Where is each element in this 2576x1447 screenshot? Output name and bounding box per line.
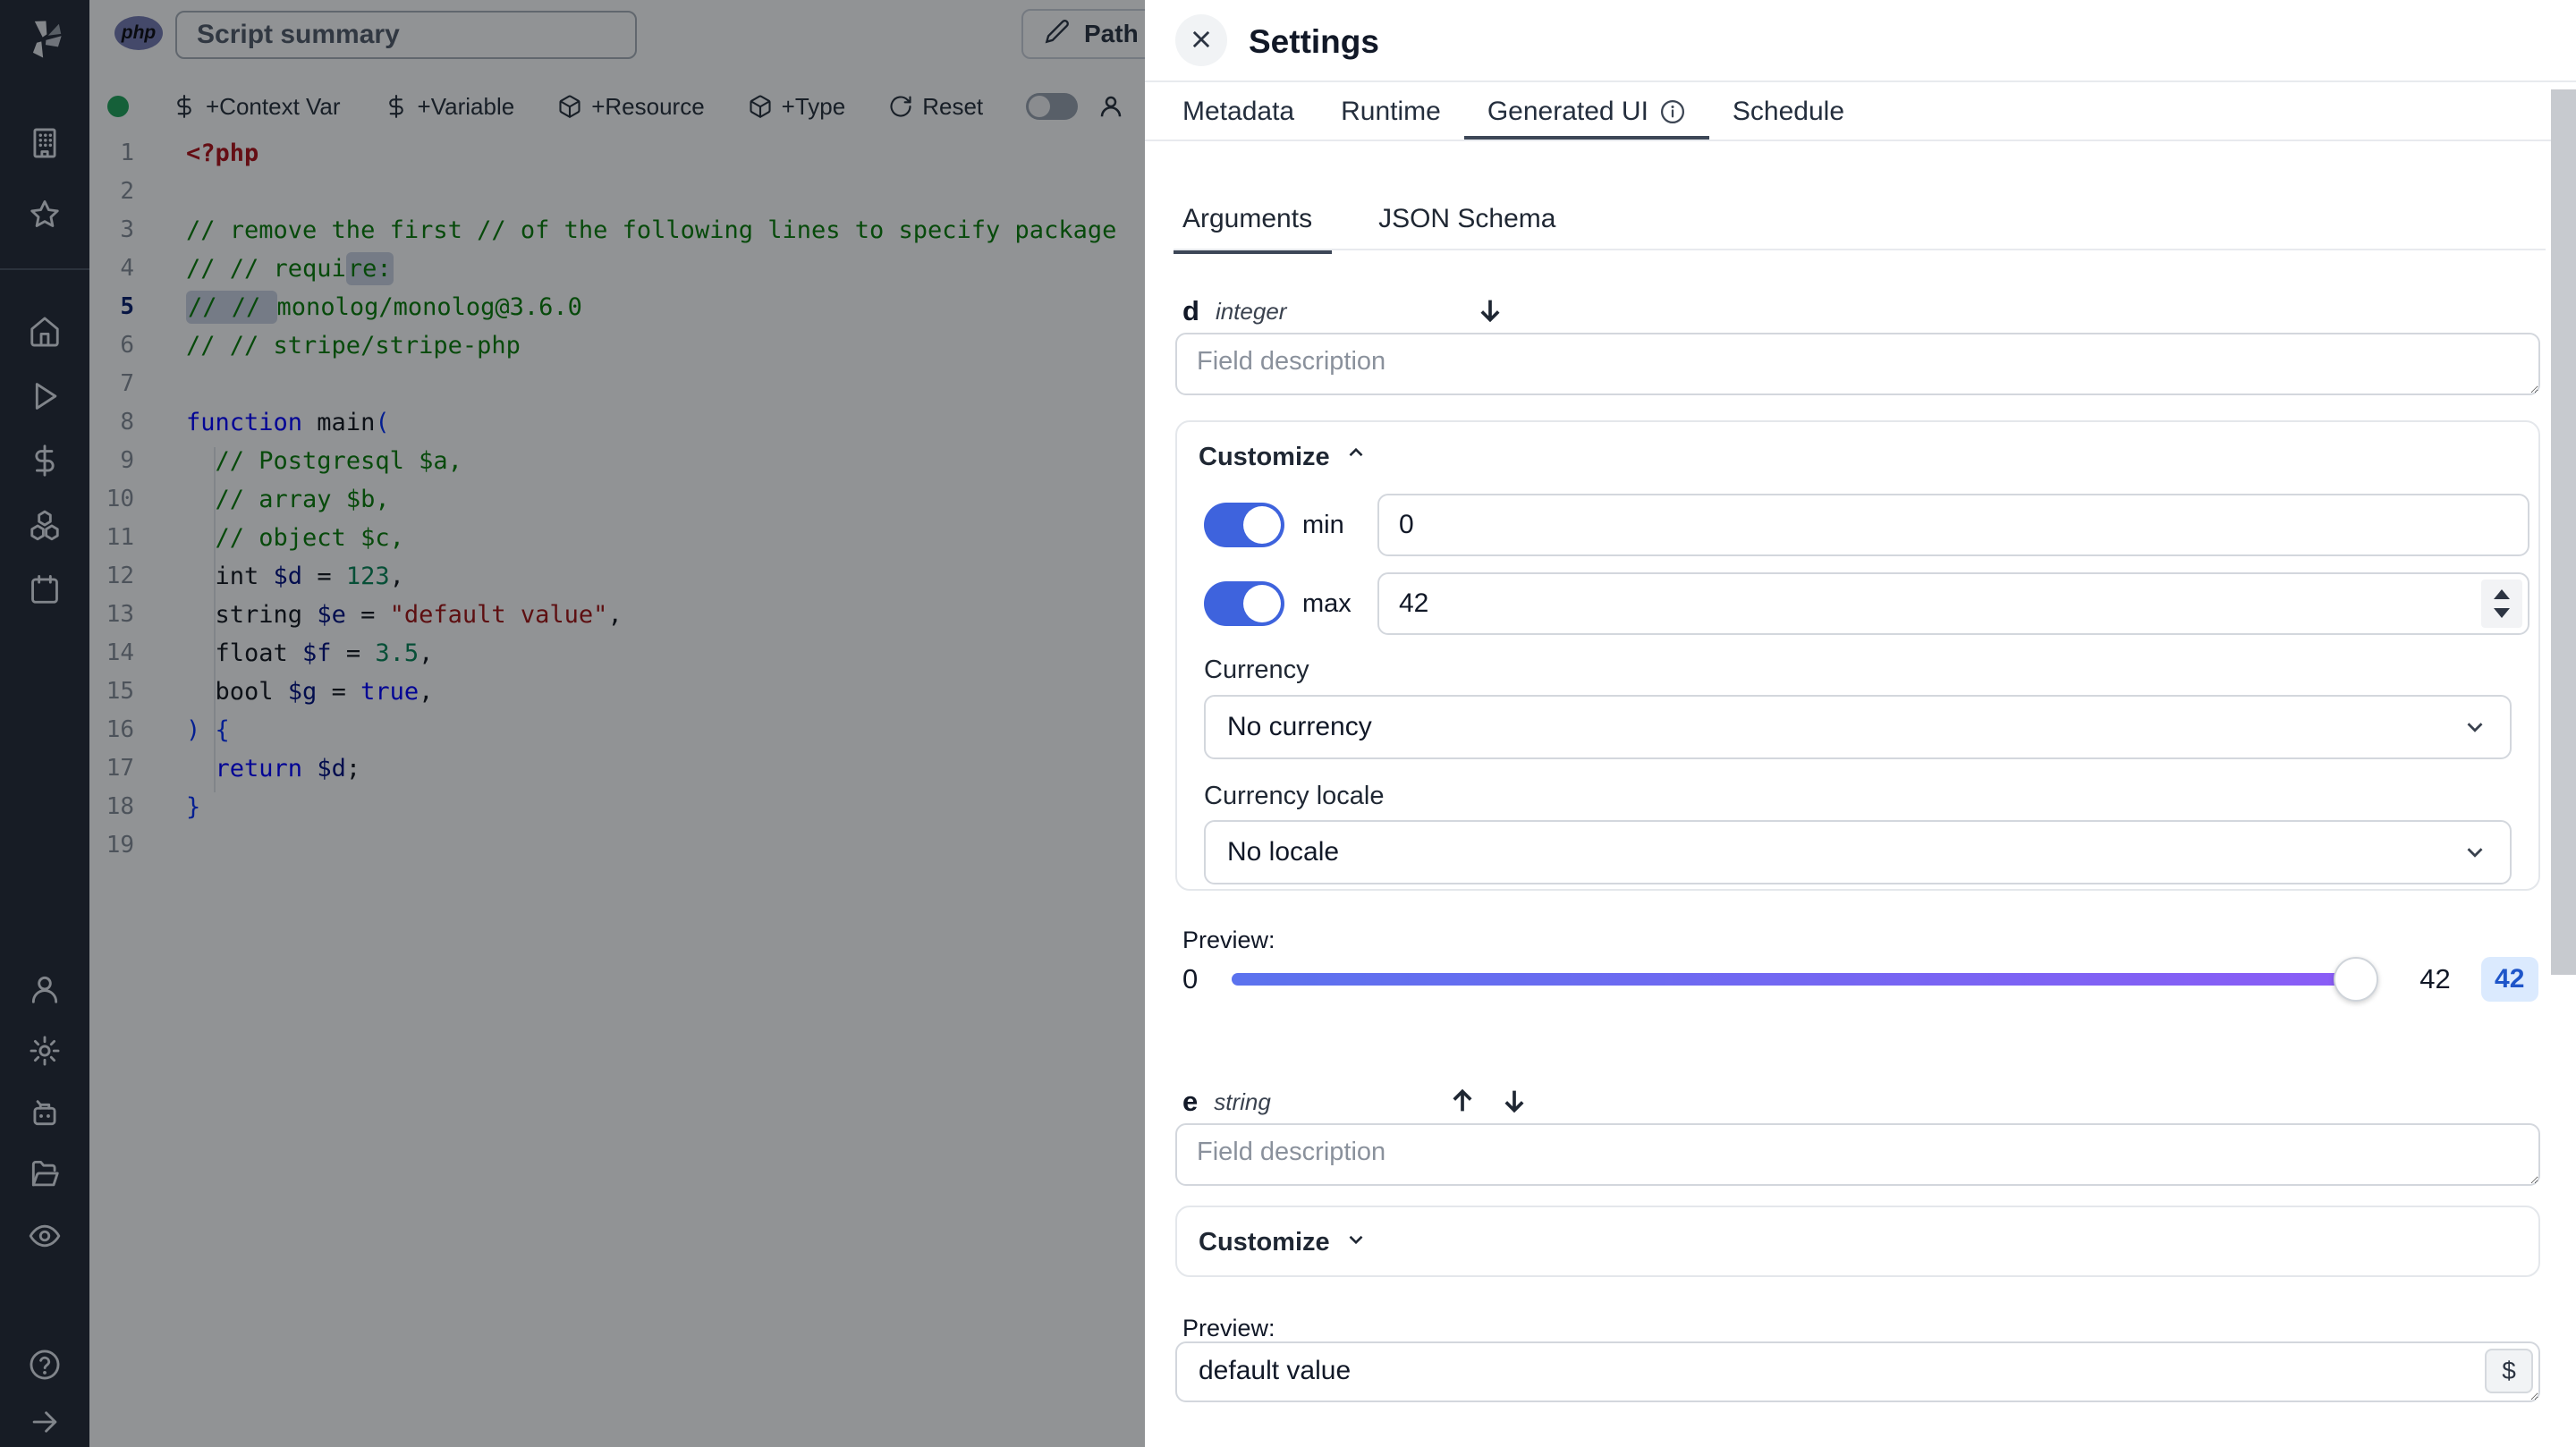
tab-runtime[interactable]: Runtime [1318, 82, 1464, 141]
move-up-button[interactable] [1445, 1084, 1480, 1120]
slider-thumb[interactable] [2334, 957, 2379, 1002]
slider-value-badge: 42 [2480, 957, 2538, 1002]
field-d-name: d [1182, 295, 1199, 326]
subtab-arguments[interactable]: Arguments [1173, 191, 1352, 254]
drawer-scrollbar[interactable] [2551, 89, 2576, 975]
customize-toggle-d[interactable]: Customize [1177, 422, 2538, 472]
app-window: php Path +Context Var+Variable+Resource+… [0, 0, 2576, 1447]
arrow-down-icon [1475, 300, 1505, 328]
tabs-divider [1145, 140, 2576, 141]
settings-tabs: Metadata Runtime Generated UI Schedule [1182, 82, 1868, 141]
locale-value: No locale [1227, 837, 1340, 867]
field-e-type: string [1214, 1087, 1271, 1115]
tab-label: Runtime [1341, 97, 1441, 126]
tab-generated-ui[interactable]: Generated UI [1463, 82, 1710, 141]
tab-metadata[interactable]: Metadata [1182, 82, 1318, 141]
currency-label: Currency [1204, 656, 1309, 684]
currency-value: No currency [1227, 712, 1372, 741]
currency-select[interactable]: No currency [1204, 695, 2512, 759]
toggle-knob [1243, 506, 1281, 544]
field-e-description-input[interactable] [1175, 1123, 2540, 1186]
max-label: max [1302, 588, 1352, 618]
min-value-input[interactable] [1377, 494, 2529, 556]
tab-label: Schedule [1732, 97, 1845, 126]
tab-label: Metadata [1182, 97, 1295, 126]
move-down-button[interactable] [1496, 1084, 1532, 1120]
toggle-knob [1243, 585, 1281, 622]
subtabs-divider [1174, 249, 2546, 250]
arrow-down-icon [1499, 1090, 1530, 1119]
max-toggle[interactable] [1204, 581, 1284, 626]
chevron-down-icon [2462, 714, 2488, 740]
min-toggle[interactable] [1204, 503, 1284, 547]
move-down-button[interactable] [1472, 293, 1508, 329]
insert-variable-button[interactable]: $ [2485, 1349, 2533, 1393]
max-row: max [1204, 572, 2529, 635]
generated-ui-subtabs: Arguments JSON Schema [1173, 191, 1582, 254]
tab-label: Generated UI [1487, 97, 1648, 126]
spinner-up-icon[interactable] [2494, 589, 2510, 599]
slider-row: 0 42 42 [1182, 956, 2546, 1003]
settings-drawer: Settings Metadata Runtime Generated UI Sche… [1145, 0, 2576, 1447]
min-label: min [1302, 510, 1344, 539]
customize-label: Customize [1199, 1227, 1330, 1257]
field-e-name: e [1182, 1086, 1199, 1117]
arrow-up-icon [1447, 1088, 1478, 1119]
chevron-down-icon [2462, 839, 2488, 866]
subtab-json-schema[interactable]: JSON Schema [1352, 191, 1582, 252]
field-d-header: d integer [1182, 293, 1508, 329]
tab-schedule[interactable]: Schedule [1709, 82, 1868, 141]
preview-label-d: Preview: [1182, 927, 1275, 953]
field-e-preview-input[interactable]: default value [1175, 1341, 2540, 1402]
field-d-description-input[interactable] [1175, 333, 2540, 395]
drawer-title: Settings [1249, 23, 1379, 60]
currency-locale-select[interactable]: No locale [1204, 820, 2512, 884]
chevron-up-icon [1344, 442, 1368, 472]
slider-min-label: 0 [1182, 963, 1199, 994]
field-e-customize-panel: Customize [1175, 1206, 2540, 1277]
slider-track[interactable] [1232, 957, 2379, 1002]
slider-max-label: 42 [2419, 963, 2451, 994]
close-drawer-button[interactable] [1175, 14, 1227, 66]
preview-label-e: Preview: [1182, 1315, 1275, 1341]
field-e-header: e string [1182, 1084, 1532, 1120]
spinner-down-icon[interactable] [2494, 608, 2510, 618]
field-d-type: integer [1215, 297, 1287, 325]
close-icon [1189, 27, 1214, 55]
number-spinner[interactable] [2481, 580, 2522, 628]
currency-locale-label: Currency locale [1204, 782, 1385, 810]
min-row: min [1204, 494, 2529, 556]
max-value-input[interactable] [1377, 572, 2529, 635]
chevron-down-icon [1344, 1227, 1368, 1257]
customize-label: Customize [1199, 442, 1330, 471]
customize-toggle-e[interactable]: Customize [1177, 1207, 2538, 1257]
info-icon[interactable] [1659, 98, 1686, 125]
